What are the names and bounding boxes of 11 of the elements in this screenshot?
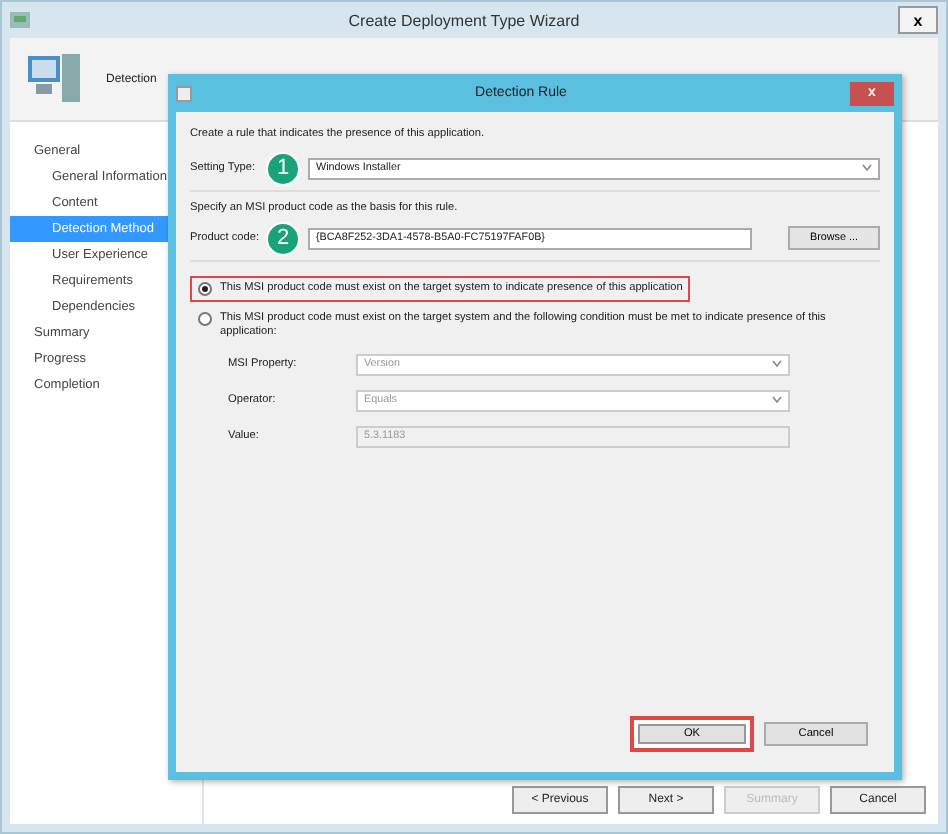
- app-icon: [10, 12, 30, 28]
- radio-button[interactable]: [198, 312, 212, 326]
- step-marker: 2: [266, 221, 300, 255]
- close-button[interactable]: x: [898, 6, 938, 34]
- dialog-icon: [176, 85, 192, 101]
- window-title: Create Deployment Type Wizard: [346, 11, 582, 29]
- caret-icon: [772, 396, 782, 404]
- step-marker: 1: [266, 151, 300, 185]
- caret-icon: [862, 164, 872, 172]
- caret-icon: [772, 360, 782, 368]
- radio-button[interactable]: [198, 282, 212, 296]
